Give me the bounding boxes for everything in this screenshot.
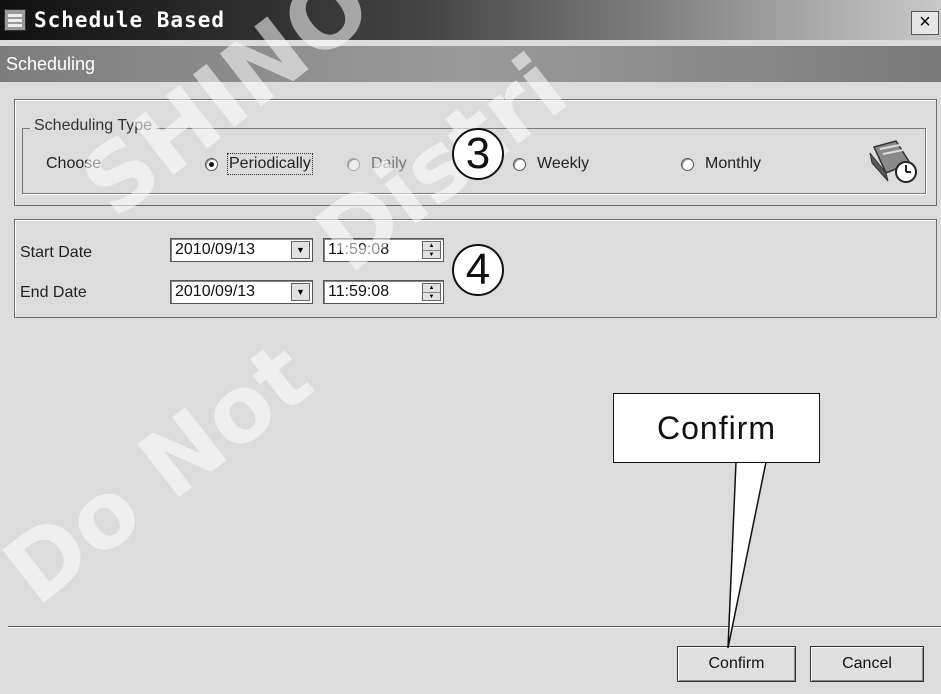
spin-down-icon[interactable]: ▼ — [423, 250, 440, 259]
end-time-spinner[interactable]: ▲ ▼ — [422, 283, 441, 301]
end-date-value: 2010/09/13 — [175, 283, 256, 300]
cancel-button[interactable]: Cancel — [810, 646, 924, 682]
title-bar: Schedule Based × — [0, 0, 941, 40]
radio-label-periodically[interactable]: Periodically — [227, 153, 313, 175]
watermark-do-not: Do Not — [0, 321, 332, 626]
radio-monthly[interactable] — [681, 158, 694, 171]
window-title: Schedule Based — [34, 8, 226, 32]
choose-label: Choose — [46, 155, 102, 172]
callout-pointer — [727, 461, 767, 649]
start-date-picker[interactable]: 2010/09/13 ▼ — [170, 238, 313, 262]
radio-weekly[interactable] — [513, 158, 526, 171]
app-icon — [4, 9, 26, 31]
chevron-down-icon[interactable]: ▼ — [291, 283, 310, 301]
radio-label-daily[interactable]: Daily — [371, 155, 407, 173]
spin-up-icon[interactable]: ▲ — [423, 242, 440, 250]
start-time-spinner[interactable]: ▲ ▼ — [422, 241, 441, 259]
spin-up-icon[interactable]: ▲ — [423, 284, 440, 292]
scheduling-type-legend: Scheduling Type — [30, 117, 157, 135]
end-date-label: End Date — [20, 284, 87, 301]
section-header: Scheduling — [0, 46, 941, 82]
start-date-value: 2010/09/13 — [175, 241, 256, 258]
confirm-callout: Confirm — [613, 393, 820, 463]
schedule-clock-icon — [869, 140, 917, 183]
spin-down-icon[interactable]: ▼ — [423, 292, 440, 301]
start-date-label: Start Date — [20, 244, 93, 261]
end-date-picker[interactable]: 2010/09/13 ▼ — [170, 280, 313, 304]
close-button[interactable]: × — [911, 11, 939, 35]
end-time-field[interactable]: 11:59:08 ▲ ▼ — [323, 280, 444, 304]
step-4-marker: 4 — [452, 244, 504, 296]
end-time-value: 11:59:08 — [328, 283, 390, 300]
chevron-down-icon[interactable]: ▼ — [291, 241, 310, 259]
footer-separator — [8, 626, 941, 628]
radio-periodically[interactable] — [205, 158, 218, 171]
start-time-field[interactable]: 11:59:08 ▲ ▼ — [323, 238, 444, 262]
radio-daily[interactable] — [347, 158, 360, 171]
radio-label-monthly[interactable]: Monthly — [705, 155, 761, 173]
radio-label-weekly[interactable]: Weekly — [537, 155, 589, 173]
section-header-title: Scheduling — [6, 54, 96, 74]
start-time-value: 11:59:08 — [328, 241, 390, 258]
step-3-marker: 3 — [452, 128, 504, 180]
